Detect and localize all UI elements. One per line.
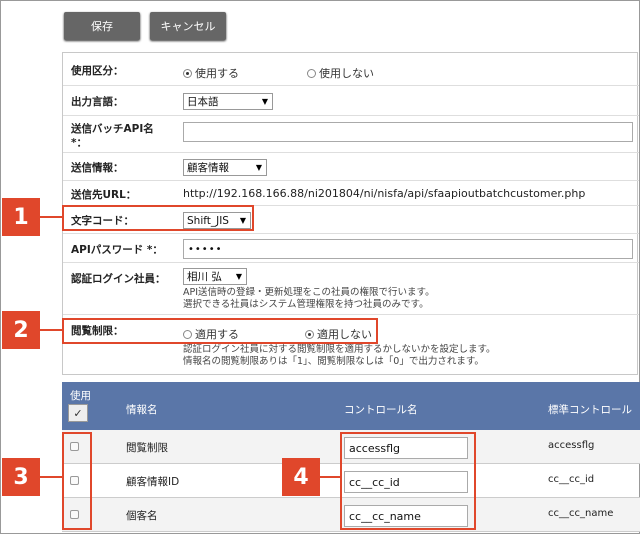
row-info-name: 顧客情報ID [126,476,180,488]
auth-user-select[interactable]: 相川 弘 ▼ [183,268,247,285]
language-row: 出力言語： 日本語 ▼ [63,86,639,116]
row-std-control: cc__cc_name [548,508,614,519]
usage-option-use-label: 使用する [195,67,239,80]
callout-connector-1 [40,216,62,218]
callout-connector-3 [40,476,62,478]
header-std-control: 標準コントロール [548,404,632,416]
check-all-checkbox[interactable]: ✓ [68,404,88,422]
batch-api-input[interactable] [183,122,633,142]
send-info-row: 送信情報： 顧客情報 ▼ [63,153,639,181]
send-info-value: 顧客情報 [187,162,229,174]
url-row: 送信先URL： http://192.168.166.88/ni201804/n… [63,181,639,206]
auth-user-note-1: API送信時の登録・更新処理をこの社員の権限で行います。 [183,287,435,298]
usage-row: 使用区分： 使用する 使用しない [63,53,639,86]
usage-option-nouse[interactable]: 使用しない [307,65,374,81]
auth-user-label: 認証ログイン社員： [71,273,166,285]
callout-box-1 [62,205,254,231]
view-restrict-note-2: 情報名の閲覧制限ありは「1」、閲覧制限なしは「0」で出力されます。 [183,356,484,367]
usage-label: 使用区分： [71,65,124,77]
view-restrict-note-1: 認証ログイン社員に対する閲覧制限を適用するかしないかを設定します。 [183,344,496,355]
save-button[interactable]: 保存 [64,12,140,40]
auth-user-row: 認証ログイン社員： 相川 弘 ▼ API送信時の登録・更新処理をこの社員の権限で… [63,263,639,315]
callout-badge-3: 3 [2,458,40,496]
chevron-down-icon: ▼ [255,163,262,172]
callout-box-2 [62,318,378,344]
table-header: 使用 情報名 コントロール名 標準コントロール [62,382,640,430]
api-password-label: APIパスワード *： [71,244,163,256]
api-password-input[interactable]: ••••• [183,239,633,259]
language-label: 出力言語： [71,96,124,108]
send-info-label: 送信情報： [71,162,124,174]
usage-option-use[interactable]: 使用する [183,65,239,81]
batch-api-row: 送信バッチAPI名 *： [63,116,639,153]
header-info-name: 情報名 [126,404,158,416]
chevron-down-icon: ▼ [261,97,268,106]
auth-user-value: 相川 弘 [187,271,222,283]
header-use: 使用 [70,390,91,402]
cancel-button[interactable]: キャンセル [150,12,226,40]
language-value: 日本語 [187,96,219,108]
language-select[interactable]: 日本語 ▼ [183,93,273,110]
api-password-row: APIパスワード *： ••••• [63,234,639,263]
row-info-name: 閲覧制限 [126,442,168,454]
callout-badge-2: 2 [2,311,40,349]
row-std-control: accessflg [548,440,595,451]
header-control-name: コントロール名 [344,404,418,416]
row-info-name: 個客名 [126,510,158,522]
callout-badge-1: 1 [2,198,40,236]
url-label: 送信先URL： [71,189,137,201]
callout-connector-2 [40,329,62,331]
batch-api-label: 送信バッチAPI名 [71,123,154,135]
batch-api-required: *： [71,137,87,149]
row-std-control: cc__cc_id [548,474,595,485]
callout-box-3 [62,432,92,530]
send-info-select[interactable]: 顧客情報 ▼ [183,159,267,176]
auth-user-note-2: 選択できる社員はシステム管理権限を持つ社員のみです。 [183,299,429,310]
url-value: http://192.168.166.88/ni201804/ni/nisfa/… [183,187,586,200]
radio-selected-icon[interactable] [183,68,192,78]
callout-connector-4 [320,476,340,478]
radio-icon[interactable] [307,68,316,78]
chevron-down-icon: ▼ [235,272,242,281]
usage-option-nouse-label: 使用しない [319,67,374,80]
callout-box-4 [340,432,476,530]
callout-badge-4: 4 [282,458,320,496]
